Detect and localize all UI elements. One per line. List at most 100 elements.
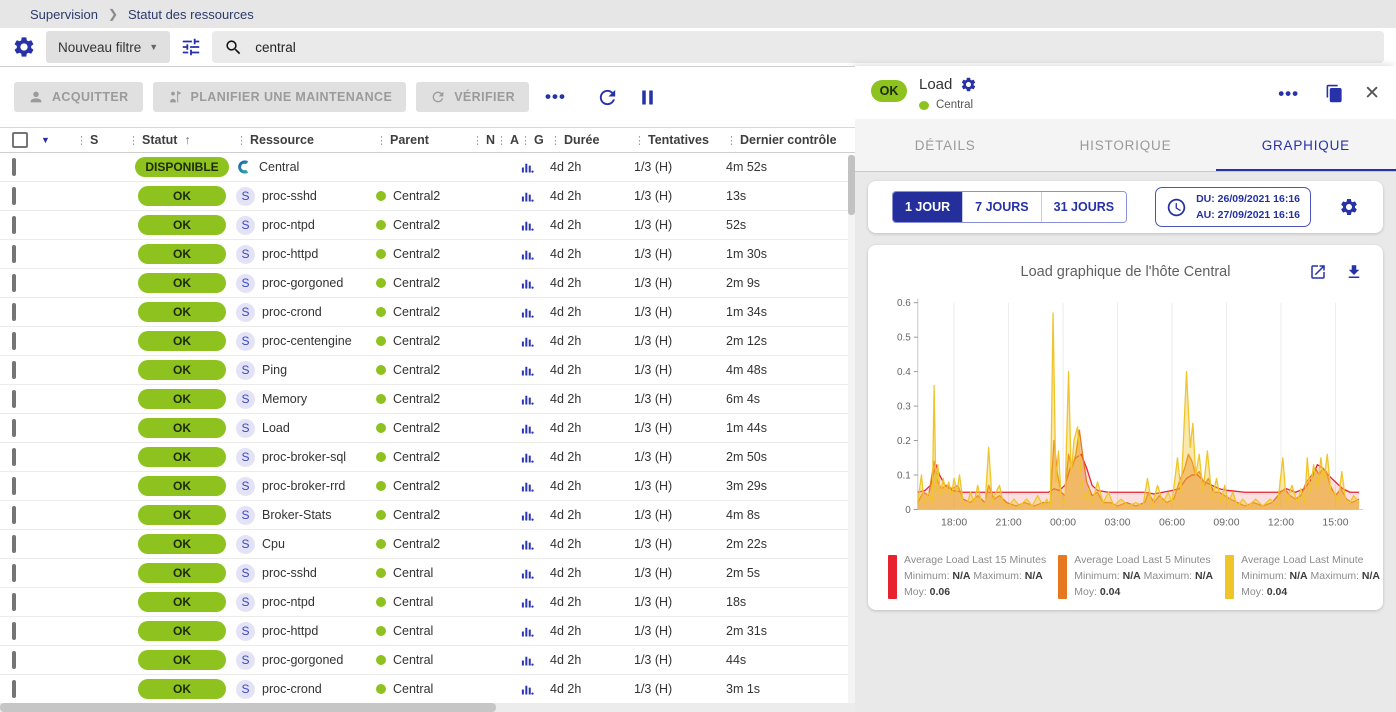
vertical-scrollbar[interactable] bbox=[848, 155, 855, 707]
drag-handle-icon[interactable]: ⋮ bbox=[472, 134, 483, 147]
graph-chart-icon[interactable] bbox=[520, 363, 550, 378]
parent-name[interactable]: Central2 bbox=[393, 305, 440, 319]
graph-chart-icon[interactable] bbox=[520, 305, 550, 320]
time-range-1day-button[interactable]: 1 JOUR bbox=[893, 192, 962, 222]
graph-settings-gear-icon[interactable] bbox=[1339, 197, 1359, 217]
column-header-s[interactable]: ⋮S bbox=[76, 133, 128, 147]
column-header-dernier-contr-le[interactable]: ⋮Dernier contrôle bbox=[726, 133, 855, 147]
resource-name[interactable]: proc-httpd bbox=[262, 624, 318, 638]
legend-item[interactable]: Average Load Last 15 MinutesMinimum: N/A… bbox=[888, 553, 1046, 600]
more-actions-button[interactable]: ••• bbox=[539, 87, 572, 107]
parent-name[interactable]: Central bbox=[393, 566, 433, 580]
graph-chart-icon[interactable] bbox=[520, 160, 550, 175]
resource-name[interactable]: proc-ntpd bbox=[262, 595, 315, 609]
filters-gear-icon[interactable] bbox=[12, 35, 36, 59]
graph-chart-icon[interactable] bbox=[520, 653, 550, 668]
row-checkbox[interactable] bbox=[12, 448, 16, 466]
period-picker[interactable]: DU: 26/09/2021 16:16 AU: 27/09/2021 16:1… bbox=[1155, 187, 1311, 228]
row-checkbox[interactable] bbox=[12, 303, 16, 321]
row-checkbox[interactable] bbox=[12, 535, 16, 553]
drag-handle-icon[interactable]: ⋮ bbox=[496, 134, 507, 147]
select-menu-caret-icon[interactable]: ▼ bbox=[41, 135, 50, 145]
graph-chart-icon[interactable] bbox=[520, 566, 550, 581]
pause-icon[interactable] bbox=[637, 87, 658, 108]
row-checkbox[interactable] bbox=[12, 477, 16, 495]
resource-name[interactable]: proc-crond bbox=[262, 305, 322, 319]
column-header-ressource[interactable]: ⋮Ressource bbox=[236, 133, 376, 147]
resource-name[interactable]: Broker-Stats bbox=[262, 508, 331, 522]
parent-name[interactable]: Central2 bbox=[393, 537, 440, 551]
parent-name[interactable]: Central2 bbox=[393, 421, 440, 435]
parent-name[interactable]: Central2 bbox=[393, 508, 440, 522]
resource-name[interactable]: Ping bbox=[262, 363, 287, 377]
row-checkbox[interactable] bbox=[12, 216, 16, 234]
graph-chart-icon[interactable] bbox=[520, 479, 550, 494]
column-header-tentatives[interactable]: ⋮Tentatives bbox=[634, 133, 726, 147]
table-row[interactable]: OKSproc-sshdCentral4d 2h1/3 (H)2m 5s bbox=[0, 559, 855, 588]
drag-handle-icon[interactable]: ⋮ bbox=[520, 134, 531, 147]
table-row[interactable]: OKSCpuCentral24d 2h1/3 (H)2m 22s bbox=[0, 530, 855, 559]
table-row[interactable]: OKSBroker-StatsCentral24d 2h1/3 (H)4m 8s bbox=[0, 501, 855, 530]
graph-chart-icon[interactable] bbox=[520, 421, 550, 436]
drag-handle-icon[interactable]: ⋮ bbox=[128, 134, 139, 147]
table-row[interactable]: OKSproc-broker-sqlCentral24d 2h1/3 (H)2m… bbox=[0, 443, 855, 472]
parent-name[interactable]: Central2 bbox=[393, 247, 440, 261]
resource-name[interactable]: proc-crond bbox=[262, 682, 322, 696]
graph-chart-icon[interactable] bbox=[520, 276, 550, 291]
graph-chart-icon[interactable] bbox=[520, 624, 550, 639]
parent-name[interactable]: Central bbox=[393, 595, 433, 609]
refresh-icon[interactable] bbox=[596, 86, 619, 109]
graph-chart-icon[interactable] bbox=[520, 537, 550, 552]
parent-name[interactable]: Central2 bbox=[393, 392, 440, 406]
row-checkbox[interactable] bbox=[12, 158, 16, 176]
time-range-7days-button[interactable]: 7 JOURS bbox=[962, 192, 1041, 222]
search-box[interactable] bbox=[212, 31, 1384, 63]
legend-item[interactable]: Average Load Last 5 MinutesMinimum: N/A … bbox=[1058, 553, 1213, 600]
parent-name[interactable]: Central bbox=[393, 624, 433, 638]
resource-name[interactable]: proc-httpd bbox=[262, 247, 318, 261]
table-row[interactable]: DISPONIBLECentral4d 2h1/3 (H)4m 52s bbox=[0, 153, 855, 182]
row-checkbox[interactable] bbox=[12, 274, 16, 292]
row-checkbox[interactable] bbox=[12, 361, 16, 379]
graph-chart-icon[interactable] bbox=[520, 392, 550, 407]
resource-name[interactable]: Cpu bbox=[262, 537, 285, 551]
table-row[interactable]: OKSproc-httpdCentral4d 2h1/3 (H)2m 31s bbox=[0, 617, 855, 646]
resource-name[interactable]: proc-centengine bbox=[262, 334, 352, 348]
table-row[interactable]: OKSproc-sshdCentral24d 2h1/3 (H)13s bbox=[0, 182, 855, 211]
tune-filters-icon[interactable] bbox=[180, 36, 202, 58]
tab-details[interactable]: DÉTAILS bbox=[855, 119, 1035, 171]
graph-chart-icon[interactable] bbox=[520, 334, 550, 349]
parent-name[interactable]: Central2 bbox=[393, 218, 440, 232]
drag-handle-icon[interactable]: ⋮ bbox=[550, 134, 561, 147]
panel-more-button[interactable]: ••• bbox=[1272, 84, 1305, 104]
row-checkbox[interactable] bbox=[12, 651, 16, 669]
table-row[interactable]: OKSproc-httpdCentral24d 2h1/3 (H)1m 30s bbox=[0, 240, 855, 269]
parent-name[interactable]: Central2 bbox=[393, 276, 440, 290]
row-checkbox[interactable] bbox=[12, 506, 16, 524]
resource-name[interactable]: proc-sshd bbox=[262, 566, 317, 580]
parent-name[interactable]: Central bbox=[393, 682, 433, 696]
table-row[interactable]: OKSproc-ntpdCentral24d 2h1/3 (H)52s bbox=[0, 211, 855, 240]
resource-name[interactable]: proc-broker-rrd bbox=[262, 479, 345, 493]
legend-item[interactable]: Average Load Last MinuteMinimum: N/A Max… bbox=[1225, 553, 1380, 600]
row-checkbox[interactable] bbox=[12, 419, 16, 437]
filter-select-button[interactable]: Nouveau filtre ▼ bbox=[46, 31, 170, 63]
parent-name[interactable]: Central2 bbox=[393, 334, 440, 348]
resource-name[interactable]: proc-sshd bbox=[262, 189, 317, 203]
graph-chart-icon[interactable] bbox=[520, 508, 550, 523]
table-row[interactable]: OKSproc-ntpdCentral4d 2h1/3 (H)18s bbox=[0, 588, 855, 617]
row-checkbox[interactable] bbox=[12, 622, 16, 640]
select-all-checkbox[interactable] bbox=[12, 132, 28, 148]
parent-name[interactable]: Central2 bbox=[393, 363, 440, 377]
resource-name[interactable]: proc-broker-sql bbox=[262, 450, 346, 464]
drag-handle-icon[interactable]: ⋮ bbox=[376, 134, 387, 147]
horizontal-scrollbar[interactable] bbox=[0, 703, 855, 712]
copy-link-icon[interactable] bbox=[1325, 84, 1344, 103]
parent-name[interactable]: Central2 bbox=[393, 450, 440, 464]
graph-chart-icon[interactable] bbox=[520, 247, 550, 262]
table-row[interactable]: OKSproc-centengineCentral24d 2h1/3 (H)2m… bbox=[0, 327, 855, 356]
column-header-statut[interactable]: ⋮Statut↑ bbox=[128, 133, 236, 147]
open-in-new-icon[interactable] bbox=[1309, 263, 1327, 281]
check-button[interactable]: VÉRIFIER bbox=[416, 82, 529, 112]
graph-chart-icon[interactable] bbox=[520, 189, 550, 204]
